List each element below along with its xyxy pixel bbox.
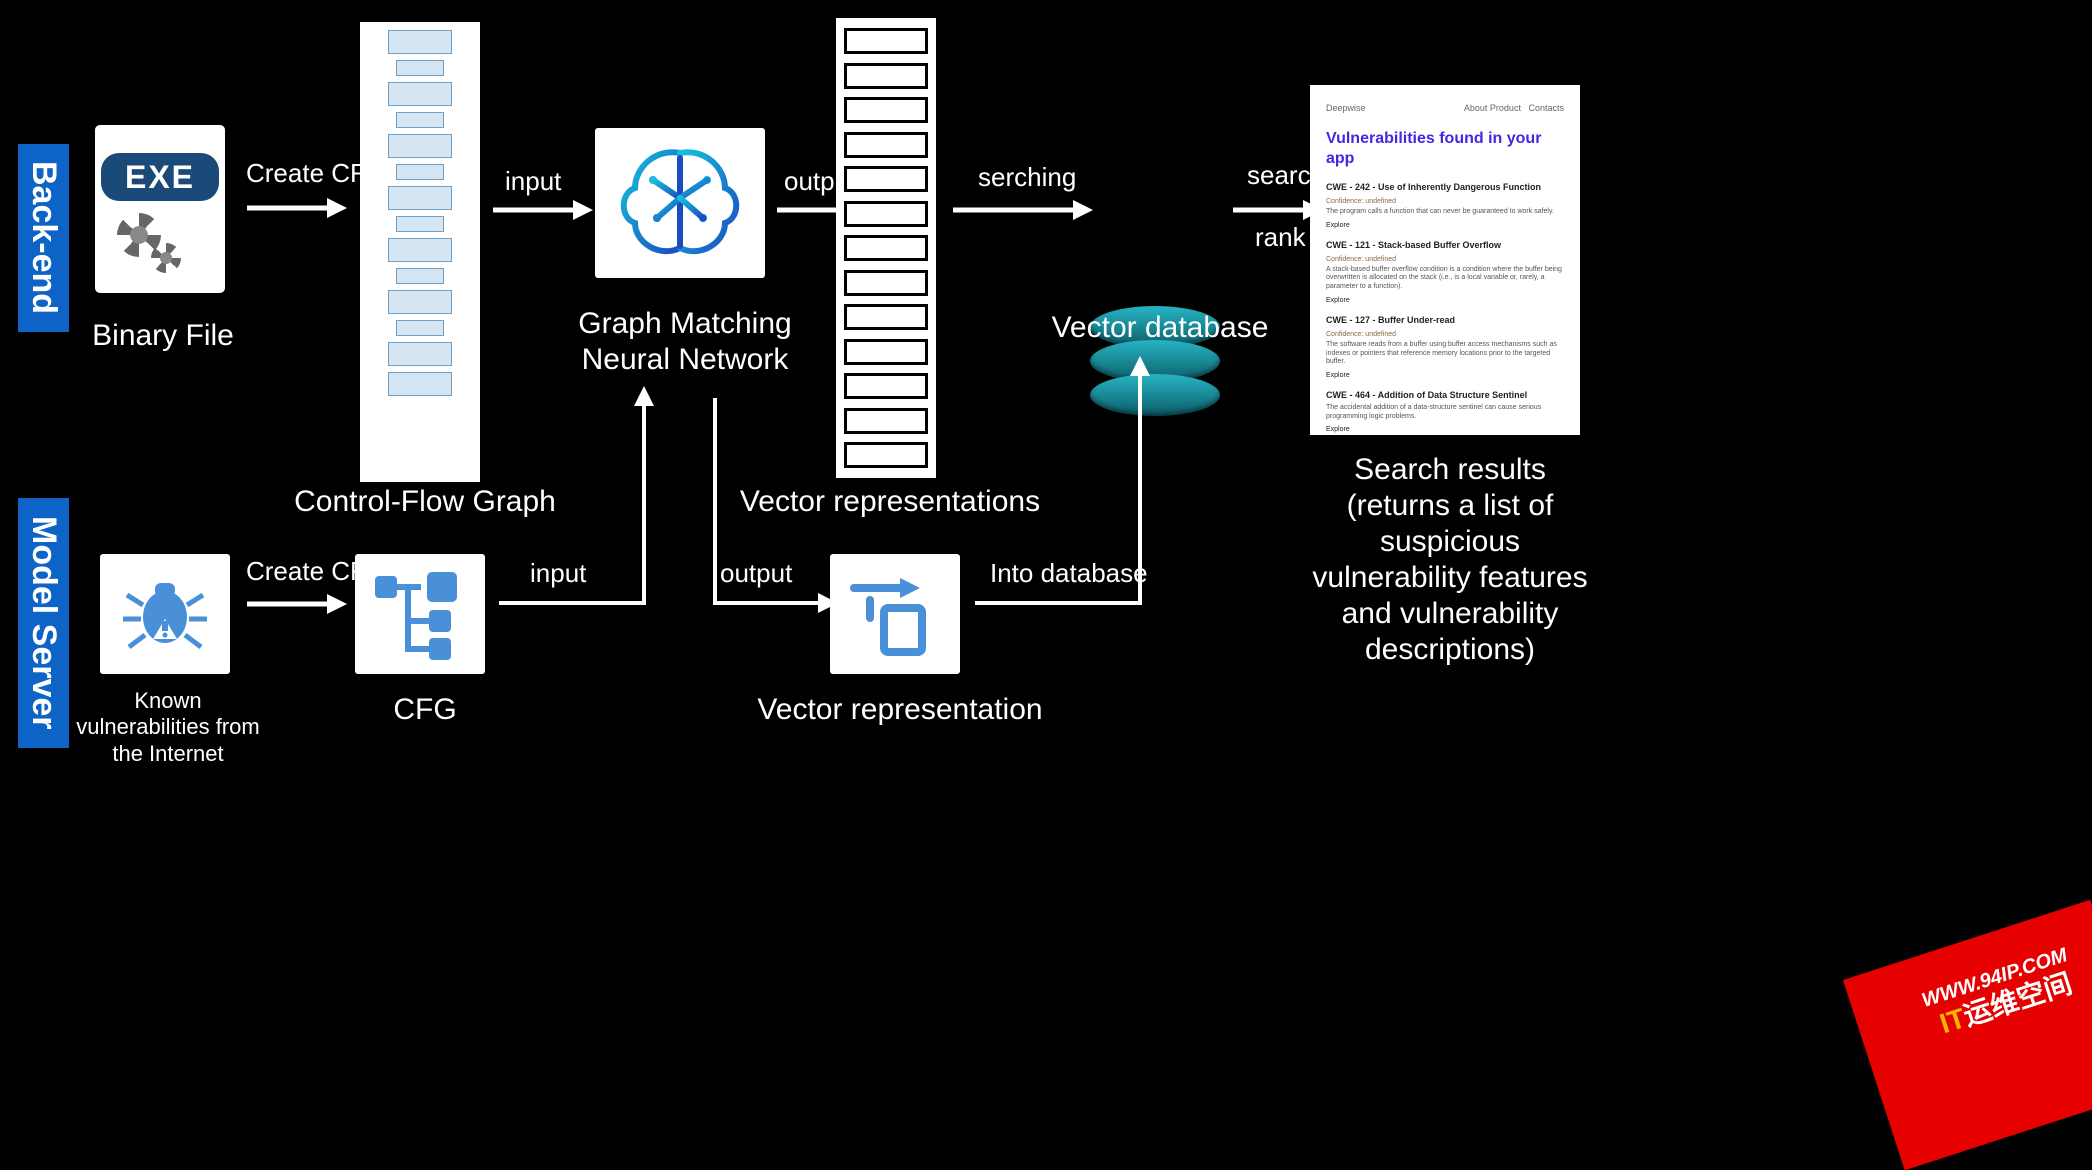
- exe-badge: EXE: [101, 153, 219, 201]
- cfg-caption: CFG: [355, 692, 495, 728]
- vector-representation-caption: Vector representation: [745, 692, 1055, 728]
- results-nav-brand: Deepwise: [1326, 103, 1366, 115]
- search-results-caption: Search results (returns a list of suspic…: [1310, 452, 1590, 668]
- cfg-icon: [355, 554, 485, 674]
- known-vulnerabilities-caption: Known vulnerabilities from the Internet: [68, 688, 268, 767]
- arrow-input-bottom: [494, 378, 674, 628]
- search-results-panel: Deepwise About Product Contacts Vulnerab…: [1310, 85, 1580, 435]
- neural-network-icon: [595, 128, 765, 278]
- known-vulnerabilities-icon: [100, 554, 230, 674]
- vector-database-caption: Vector database: [1040, 310, 1280, 346]
- results-nav-about: About Product: [1464, 103, 1521, 113]
- lane-model-server-tab: Model Server: [18, 498, 69, 748]
- results-title: Vulnerabilities found in your app: [1326, 129, 1564, 171]
- vector-representation-icon: [830, 554, 960, 674]
- arrow-output-bottom: [700, 378, 850, 628]
- arrow-into-database: [970, 348, 1170, 628]
- gmnn-caption: Graph MatchingNeural Network: [540, 306, 830, 378]
- lane-backend-tab: Back-end: [18, 144, 69, 332]
- arrow-input-top: [488, 190, 598, 230]
- arrow-label-searching: serching: [978, 162, 1076, 193]
- arrow-create-cfg-top: [242, 188, 352, 228]
- arrow-searching: [948, 190, 1098, 230]
- control-flow-graph-icon: [360, 22, 480, 482]
- results-nav-contacts: Contacts: [1528, 103, 1564, 113]
- vector-representations-icon: [836, 18, 936, 478]
- arrow-create-cfg-bottom: [242, 584, 352, 624]
- cwe-list: CWE - 242 - Use of Inherently Dangerous …: [1326, 182, 1564, 435]
- binary-file-caption: Binary File: [78, 318, 248, 354]
- binary-file-icon: EXE: [95, 125, 225, 293]
